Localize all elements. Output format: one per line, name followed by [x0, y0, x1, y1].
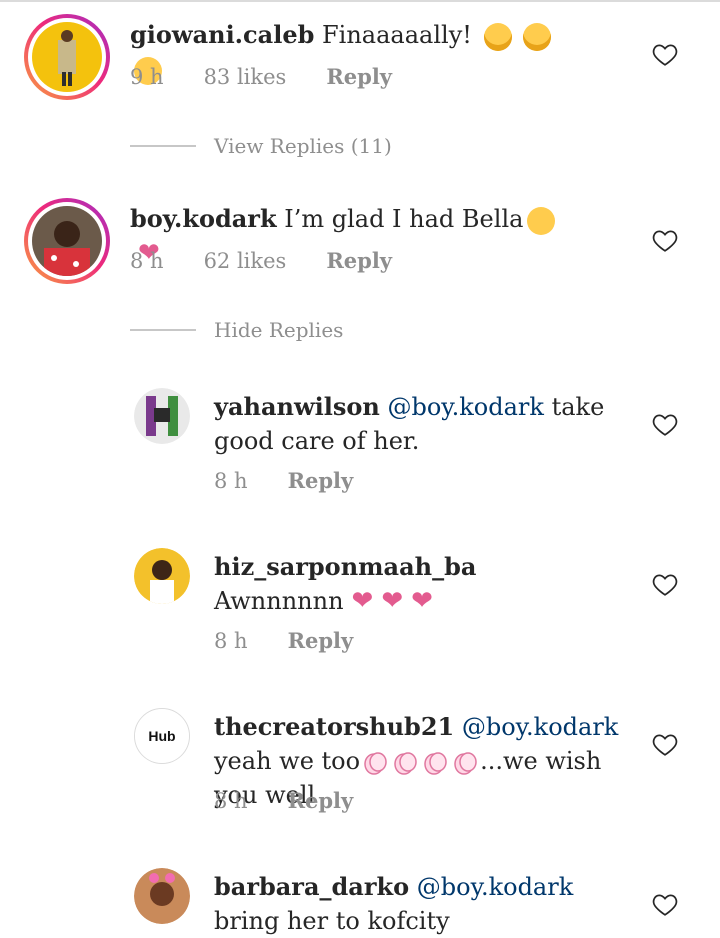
comment-meta: 8 h 62 likes Reply	[130, 248, 392, 273]
comment-body: Awnnnnnn	[214, 587, 344, 615]
reply-button[interactable]: Reply	[326, 248, 392, 273]
laughing-emoji-icon	[523, 22, 552, 51]
hub-logo-text: Hub	[148, 728, 176, 744]
comment-meta: 8 h Reply	[214, 628, 353, 653]
mention-link[interactable]: @boy.kodark	[387, 393, 544, 421]
reply-button[interactable]: Reply	[326, 64, 392, 89]
pink-heart-icon: ❤	[381, 586, 404, 616]
heart-icon[interactable]	[652, 228, 678, 252]
view-replies-label[interactable]: View Replies (11)	[214, 134, 392, 158]
avatar[interactable]: Hub	[134, 708, 190, 764]
clapping-hands-icon	[424, 751, 447, 775]
username[interactable]: boy.kodark	[130, 204, 277, 233]
comment-body: bring her to kofcity	[214, 907, 450, 935]
comment-text: yahanwilson @boy.kodark take good care o…	[214, 390, 634, 458]
username[interactable]: hiz_sarponmaah_ba	[214, 552, 476, 581]
heart-icon[interactable]	[652, 42, 678, 66]
timestamp: 8 h	[214, 628, 248, 653]
divider-line	[130, 145, 196, 147]
view-replies-toggle[interactable]: View Replies (11)	[130, 134, 392, 158]
avatar[interactable]	[134, 868, 190, 924]
avatar[interactable]	[134, 548, 190, 604]
clapping-hands-icon	[454, 751, 477, 775]
comment-meta: 9 h 83 likes Reply	[130, 64, 392, 89]
clapping-hands-icon	[394, 751, 417, 775]
heart-icon[interactable]	[652, 572, 678, 596]
avatar[interactable]	[134, 388, 190, 444]
username[interactable]: barbara_darko	[214, 872, 409, 901]
timestamp: 8 h	[214, 788, 248, 813]
reply-button[interactable]: Reply	[288, 628, 354, 653]
hide-replies-toggle[interactable]: Hide Replies	[130, 318, 343, 342]
comment-body: I’m glad I had Bella	[284, 205, 524, 233]
hide-replies-label[interactable]: Hide Replies	[214, 318, 343, 342]
avatar[interactable]	[24, 198, 110, 284]
likes-count[interactable]: 62 likes	[204, 249, 287, 273]
timestamp: 8 h	[130, 248, 164, 273]
comment-meta: 8 h Reply	[214, 788, 353, 813]
hugging-emoji-icon	[527, 206, 556, 235]
comment-text: hiz_sarponmaah_ba Awnnnnnn ❤ ❤ ❤	[214, 550, 634, 618]
comment-body: yeah we too	[214, 747, 361, 775]
comment-text: barbara_darko @boy.kodark bring her to k…	[214, 870, 634, 938]
username[interactable]: giowani.caleb	[130, 20, 314, 49]
comment-meta: 8 h Reply	[214, 468, 353, 493]
reply-button[interactable]: Reply	[288, 788, 354, 813]
timestamp: 8 h	[214, 468, 248, 493]
mention-link[interactable]: @boy.kodark	[417, 873, 574, 901]
likes-count[interactable]: 83 likes	[204, 65, 287, 89]
heart-icon[interactable]	[652, 732, 678, 756]
mention-link[interactable]: @boy.kodark	[462, 713, 619, 741]
reply-button[interactable]: Reply	[288, 468, 354, 493]
comment-body: Finaaaaally!	[322, 21, 472, 49]
pink-heart-icon: ❤	[351, 586, 374, 616]
pink-heart-icon: ❤	[411, 586, 433, 616]
username[interactable]: yahanwilson	[214, 392, 380, 421]
avatar[interactable]	[24, 14, 110, 100]
clapping-hands-icon	[364, 751, 387, 775]
timestamp: 9 h	[130, 64, 164, 89]
divider-line	[130, 329, 196, 331]
heart-icon[interactable]	[652, 412, 678, 436]
heart-icon[interactable]	[652, 892, 678, 916]
top-divider	[0, 0, 720, 2]
username[interactable]: thecreatorshub21	[214, 712, 454, 741]
laughing-emoji-icon	[483, 22, 512, 51]
